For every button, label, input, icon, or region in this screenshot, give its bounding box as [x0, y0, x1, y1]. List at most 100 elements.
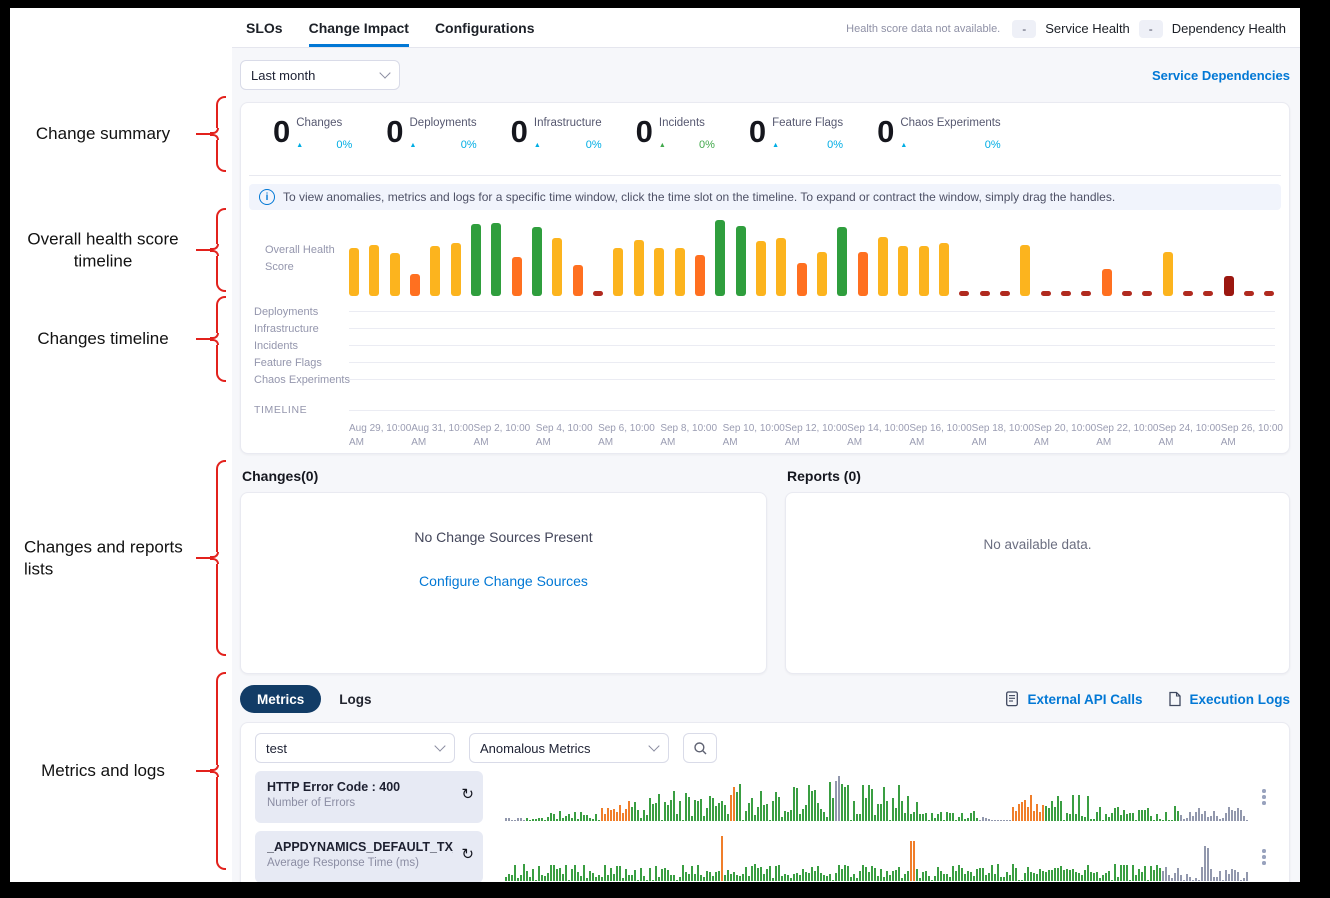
- health-score-bar[interactable]: [1041, 291, 1051, 296]
- tab-configurations[interactable]: Configurations: [435, 10, 535, 47]
- time-range-select[interactable]: Last month: [240, 60, 400, 90]
- configure-change-sources-link[interactable]: Configure Change Sources: [419, 573, 588, 589]
- health-score-bar[interactable]: [1061, 291, 1071, 296]
- execution-logs-link[interactable]: Execution Logs: [1168, 691, 1290, 707]
- health-score-bar[interactable]: [919, 246, 929, 296]
- stat-trend: ▲0%: [534, 139, 602, 151]
- health-score-bar[interactable]: [1142, 291, 1152, 296]
- timeline-tick: Sep 6, 10:00AM: [598, 422, 660, 449]
- tab-slos[interactable]: SLOs: [246, 10, 283, 47]
- spark-bar: [700, 799, 702, 821]
- spark-bar: [847, 785, 849, 821]
- health-score-bar[interactable]: [593, 291, 603, 296]
- health-score-bar[interactable]: [1000, 291, 1010, 296]
- health-score-bar[interactable]: [837, 227, 847, 296]
- spark-bar: [709, 796, 711, 821]
- spark-bar: [568, 880, 570, 881]
- health-score-bar[interactable]: [695, 255, 705, 296]
- timeline-row-line: [349, 379, 1275, 380]
- spark-bar: [751, 866, 753, 881]
- health-score-bar[interactable]: [756, 241, 766, 296]
- health-score-bar[interactable]: [1244, 291, 1254, 296]
- stat-trend: ▲0%: [659, 139, 715, 151]
- health-score-bar[interactable]: [959, 291, 969, 296]
- health-score-bar[interactable]: [898, 246, 908, 296]
- spark-bar: [1231, 810, 1233, 821]
- health-score-bar[interactable]: [512, 257, 522, 296]
- health-score-bar[interactable]: [1122, 291, 1132, 296]
- spark-bar: [823, 875, 825, 881]
- health-score-bar[interactable]: [532, 227, 542, 296]
- annotation-changes-reports-lists: Changes and reports lists: [10, 460, 232, 656]
- kebab-menu-icon[interactable]: [1253, 849, 1275, 865]
- health-score-bar[interactable]: [613, 248, 623, 296]
- health-score-bar[interactable]: [1224, 276, 1234, 296]
- tab-logs[interactable]: Logs: [339, 692, 371, 707]
- spark-bar: [1174, 873, 1176, 881]
- spark-bar: [691, 816, 693, 821]
- health-score-bar[interactable]: [430, 246, 440, 296]
- health-score-bar[interactable]: [654, 248, 664, 296]
- service-dependencies-link[interactable]: Service Dependencies: [1152, 68, 1290, 83]
- health-score-bar[interactable]: [776, 238, 786, 296]
- timeline-row-label: Incidents: [241, 340, 349, 352]
- health-score-bar[interactable]: [1081, 291, 1091, 296]
- health-score-bar[interactable]: [552, 238, 562, 297]
- health-score-bar[interactable]: [1102, 269, 1112, 296]
- health-score-bar[interactable]: [1203, 291, 1213, 296]
- health-score-bar[interactable]: [369, 245, 379, 296]
- spark-bar: [535, 819, 537, 821]
- spark-bar: [769, 866, 771, 882]
- health-score-bar[interactable]: [817, 252, 827, 296]
- spark-bar: [514, 865, 516, 881]
- health-score-bar[interactable]: [1264, 291, 1274, 296]
- health-score-bar[interactable]: [715, 220, 725, 296]
- health-score-bar[interactable]: [573, 265, 583, 296]
- service-select-value: test: [266, 741, 287, 756]
- timeline-row-line: [349, 362, 1275, 363]
- refresh-icon[interactable]: ↻: [461, 847, 474, 862]
- spark-bar: [961, 813, 963, 821]
- health-score-bar[interactable]: [471, 224, 481, 296]
- refresh-icon[interactable]: ↻: [461, 787, 474, 802]
- timeline-date-ticks: Aug 29, 10:00AMAug 31, 10:00AMSep 2, 10:…: [349, 422, 1283, 449]
- health-score-bar[interactable]: [491, 223, 501, 296]
- tick-line1: Aug 29, 10:00: [349, 422, 411, 436]
- health-score-bar[interactable]: [878, 237, 888, 296]
- spark-bar: [703, 877, 705, 881]
- spark-bar: [1015, 868, 1017, 881]
- health-score-bar[interactable]: [980, 291, 990, 296]
- health-score-bar[interactable]: [349, 248, 359, 296]
- spark-bar: [1156, 865, 1158, 881]
- tab-change-impact[interactable]: Change Impact: [309, 10, 409, 47]
- health-score-bar[interactable]: [675, 248, 685, 296]
- spark-bar: [1129, 813, 1131, 821]
- spark-bar: [505, 818, 507, 821]
- search-button[interactable]: [683, 733, 717, 763]
- health-score-bar[interactable]: [1183, 291, 1193, 296]
- health-score-bar[interactable]: [939, 243, 949, 296]
- external-api-calls-link[interactable]: External API Calls: [1005, 691, 1142, 707]
- health-score-bar[interactable]: [1020, 245, 1030, 296]
- health-score-bar[interactable]: [390, 253, 400, 296]
- kebab-menu-icon[interactable]: [1253, 789, 1275, 805]
- health-score-bar[interactable]: [634, 240, 644, 296]
- spark-bar: [730, 874, 732, 881]
- service-select[interactable]: test: [255, 733, 455, 763]
- health-score-bar[interactable]: [858, 252, 868, 296]
- health-score-bar[interactable]: [1163, 252, 1173, 296]
- health-score-bar[interactable]: [736, 226, 746, 296]
- health-score-bar[interactable]: [410, 274, 420, 296]
- spark-bar: [589, 871, 591, 881]
- spark-bar: [730, 795, 732, 822]
- health-score-bars[interactable]: [349, 218, 1275, 296]
- health-score-bar[interactable]: [797, 263, 807, 296]
- health-score-bar[interactable]: [451, 243, 461, 296]
- tab-metrics[interactable]: Metrics: [240, 685, 321, 713]
- stat-trend: ▲0%: [772, 139, 843, 151]
- tick-line1: Sep 20, 10:00: [1034, 422, 1096, 436]
- stat-detail: Incidents▲0%: [659, 117, 715, 151]
- metric-filter-select[interactable]: Anomalous Metrics: [469, 733, 669, 763]
- time-range-value: Last month: [251, 68, 315, 83]
- spark-bar: [571, 818, 573, 821]
